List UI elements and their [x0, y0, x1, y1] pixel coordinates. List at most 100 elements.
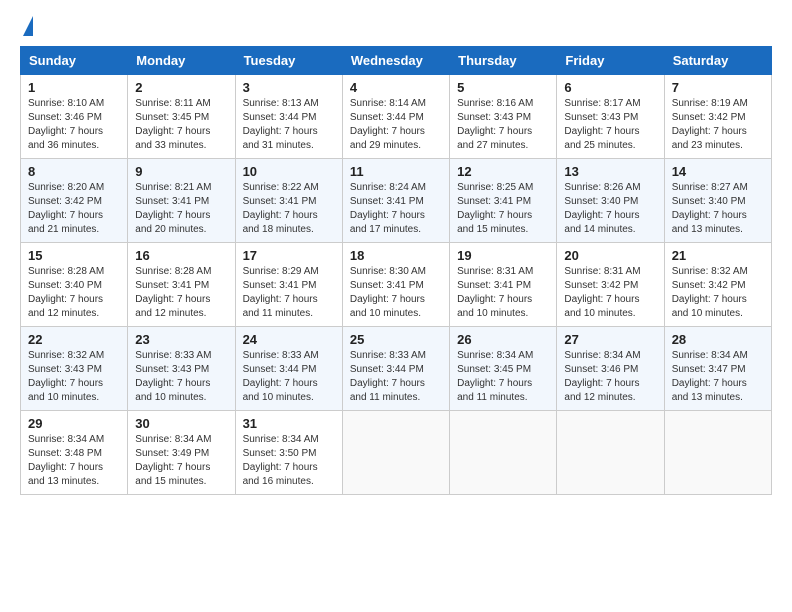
calendar-cell: 29 Sunrise: 8:34 AMSunset: 3:48 PMDaylig… [21, 411, 128, 495]
day-number: 18 [350, 248, 442, 263]
calendar-cell: 8 Sunrise: 8:20 AMSunset: 3:42 PMDayligh… [21, 159, 128, 243]
cell-info: Sunrise: 8:31 AMSunset: 3:42 PMDaylight:… [564, 266, 640, 319]
calendar-body: 1 Sunrise: 8:10 AMSunset: 3:46 PMDayligh… [21, 75, 772, 495]
cell-info: Sunrise: 8:11 AMSunset: 3:45 PMDaylight:… [135, 98, 210, 151]
calendar-cell: 22 Sunrise: 8:32 AMSunset: 3:43 PMDaylig… [21, 327, 128, 411]
day-number: 27 [564, 332, 656, 347]
day-number: 3 [243, 80, 335, 95]
day-number: 6 [564, 80, 656, 95]
cell-info: Sunrise: 8:34 AMSunset: 3:49 PMDaylight:… [135, 434, 211, 487]
calendar-cell: 2 Sunrise: 8:11 AMSunset: 3:45 PMDayligh… [128, 75, 235, 159]
weekday-header-tuesday: Tuesday [235, 47, 342, 75]
calendar-cell: 23 Sunrise: 8:33 AMSunset: 3:43 PMDaylig… [128, 327, 235, 411]
calendar-cell: 17 Sunrise: 8:29 AMSunset: 3:41 PMDaylig… [235, 243, 342, 327]
cell-info: Sunrise: 8:34 AMSunset: 3:47 PMDaylight:… [672, 350, 748, 403]
day-number: 8 [28, 164, 120, 179]
day-number: 15 [28, 248, 120, 263]
cell-info: Sunrise: 8:25 AMSunset: 3:41 PMDaylight:… [457, 182, 533, 235]
cell-info: Sunrise: 8:28 AMSunset: 3:41 PMDaylight:… [135, 266, 211, 319]
logo-triangle-icon [23, 16, 33, 36]
calendar-cell [557, 411, 664, 495]
cell-info: Sunrise: 8:28 AMSunset: 3:40 PMDaylight:… [28, 266, 104, 319]
calendar-cell: 21 Sunrise: 8:32 AMSunset: 3:42 PMDaylig… [664, 243, 771, 327]
calendar-cell: 24 Sunrise: 8:33 AMSunset: 3:44 PMDaylig… [235, 327, 342, 411]
calendar-week-row: 29 Sunrise: 8:34 AMSunset: 3:48 PMDaylig… [21, 411, 772, 495]
calendar-cell: 25 Sunrise: 8:33 AMSunset: 3:44 PMDaylig… [342, 327, 449, 411]
calendar-cell [664, 411, 771, 495]
day-number: 7 [672, 80, 764, 95]
day-number: 11 [350, 164, 442, 179]
day-number: 17 [243, 248, 335, 263]
calendar-cell: 19 Sunrise: 8:31 AMSunset: 3:41 PMDaylig… [450, 243, 557, 327]
calendar-cell: 30 Sunrise: 8:34 AMSunset: 3:49 PMDaylig… [128, 411, 235, 495]
header [20, 16, 772, 36]
day-number: 28 [672, 332, 764, 347]
day-number: 21 [672, 248, 764, 263]
cell-info: Sunrise: 8:29 AMSunset: 3:41 PMDaylight:… [243, 266, 319, 319]
calendar-cell: 15 Sunrise: 8:28 AMSunset: 3:40 PMDaylig… [21, 243, 128, 327]
calendar-cell: 18 Sunrise: 8:30 AMSunset: 3:41 PMDaylig… [342, 243, 449, 327]
cell-info: Sunrise: 8:22 AMSunset: 3:41 PMDaylight:… [243, 182, 319, 235]
calendar-week-row: 22 Sunrise: 8:32 AMSunset: 3:43 PMDaylig… [21, 327, 772, 411]
cell-info: Sunrise: 8:33 AMSunset: 3:44 PMDaylight:… [350, 350, 426, 403]
calendar-week-row: 15 Sunrise: 8:28 AMSunset: 3:40 PMDaylig… [21, 243, 772, 327]
day-number: 22 [28, 332, 120, 347]
day-number: 26 [457, 332, 549, 347]
day-number: 23 [135, 332, 227, 347]
cell-info: Sunrise: 8:13 AMSunset: 3:44 PMDaylight:… [243, 98, 319, 151]
calendar-cell: 12 Sunrise: 8:25 AMSunset: 3:41 PMDaylig… [450, 159, 557, 243]
day-number: 10 [243, 164, 335, 179]
calendar-cell: 13 Sunrise: 8:26 AMSunset: 3:40 PMDaylig… [557, 159, 664, 243]
calendar-cell: 4 Sunrise: 8:14 AMSunset: 3:44 PMDayligh… [342, 75, 449, 159]
cell-info: Sunrise: 8:21 AMSunset: 3:41 PMDaylight:… [135, 182, 211, 235]
cell-info: Sunrise: 8:24 AMSunset: 3:41 PMDaylight:… [350, 182, 426, 235]
calendar-cell: 27 Sunrise: 8:34 AMSunset: 3:46 PMDaylig… [557, 327, 664, 411]
calendar-week-row: 8 Sunrise: 8:20 AMSunset: 3:42 PMDayligh… [21, 159, 772, 243]
day-number: 29 [28, 416, 120, 431]
day-number: 25 [350, 332, 442, 347]
calendar-cell: 31 Sunrise: 8:34 AMSunset: 3:50 PMDaylig… [235, 411, 342, 495]
logo [20, 16, 33, 36]
cell-info: Sunrise: 8:26 AMSunset: 3:40 PMDaylight:… [564, 182, 640, 235]
weekday-header-wednesday: Wednesday [342, 47, 449, 75]
day-number: 20 [564, 248, 656, 263]
calendar-week-row: 1 Sunrise: 8:10 AMSunset: 3:46 PMDayligh… [21, 75, 772, 159]
calendar-cell: 10 Sunrise: 8:22 AMSunset: 3:41 PMDaylig… [235, 159, 342, 243]
cell-info: Sunrise: 8:34 AMSunset: 3:46 PMDaylight:… [564, 350, 640, 403]
calendar-cell: 11 Sunrise: 8:24 AMSunset: 3:41 PMDaylig… [342, 159, 449, 243]
weekday-header-monday: Monday [128, 47, 235, 75]
calendar-table: SundayMondayTuesdayWednesdayThursdayFrid… [20, 46, 772, 495]
cell-info: Sunrise: 8:14 AMSunset: 3:44 PMDaylight:… [350, 98, 426, 151]
cell-info: Sunrise: 8:20 AMSunset: 3:42 PMDaylight:… [28, 182, 104, 235]
cell-info: Sunrise: 8:33 AMSunset: 3:44 PMDaylight:… [243, 350, 319, 403]
calendar-cell [342, 411, 449, 495]
cell-info: Sunrise: 8:34 AMSunset: 3:48 PMDaylight:… [28, 434, 104, 487]
day-number: 13 [564, 164, 656, 179]
day-number: 9 [135, 164, 227, 179]
calendar-cell: 7 Sunrise: 8:19 AMSunset: 3:42 PMDayligh… [664, 75, 771, 159]
day-number: 14 [672, 164, 764, 179]
day-number: 30 [135, 416, 227, 431]
cell-info: Sunrise: 8:34 AMSunset: 3:45 PMDaylight:… [457, 350, 533, 403]
cell-info: Sunrise: 8:33 AMSunset: 3:43 PMDaylight:… [135, 350, 211, 403]
calendar-cell: 20 Sunrise: 8:31 AMSunset: 3:42 PMDaylig… [557, 243, 664, 327]
calendar-cell: 26 Sunrise: 8:34 AMSunset: 3:45 PMDaylig… [450, 327, 557, 411]
calendar-cell: 14 Sunrise: 8:27 AMSunset: 3:40 PMDaylig… [664, 159, 771, 243]
day-number: 31 [243, 416, 335, 431]
cell-info: Sunrise: 8:31 AMSunset: 3:41 PMDaylight:… [457, 266, 533, 319]
cell-info: Sunrise: 8:34 AMSunset: 3:50 PMDaylight:… [243, 434, 319, 487]
cell-info: Sunrise: 8:19 AMSunset: 3:42 PMDaylight:… [672, 98, 748, 151]
calendar-cell: 9 Sunrise: 8:21 AMSunset: 3:41 PMDayligh… [128, 159, 235, 243]
calendar-cell: 5 Sunrise: 8:16 AMSunset: 3:43 PMDayligh… [450, 75, 557, 159]
weekday-header-sunday: Sunday [21, 47, 128, 75]
calendar-cell: 1 Sunrise: 8:10 AMSunset: 3:46 PMDayligh… [21, 75, 128, 159]
day-number: 16 [135, 248, 227, 263]
calendar-cell: 16 Sunrise: 8:28 AMSunset: 3:41 PMDaylig… [128, 243, 235, 327]
day-number: 1 [28, 80, 120, 95]
day-number: 12 [457, 164, 549, 179]
calendar-cell: 3 Sunrise: 8:13 AMSunset: 3:44 PMDayligh… [235, 75, 342, 159]
calendar-cell [450, 411, 557, 495]
cell-info: Sunrise: 8:16 AMSunset: 3:43 PMDaylight:… [457, 98, 533, 151]
cell-info: Sunrise: 8:32 AMSunset: 3:43 PMDaylight:… [28, 350, 104, 403]
calendar-cell: 6 Sunrise: 8:17 AMSunset: 3:43 PMDayligh… [557, 75, 664, 159]
